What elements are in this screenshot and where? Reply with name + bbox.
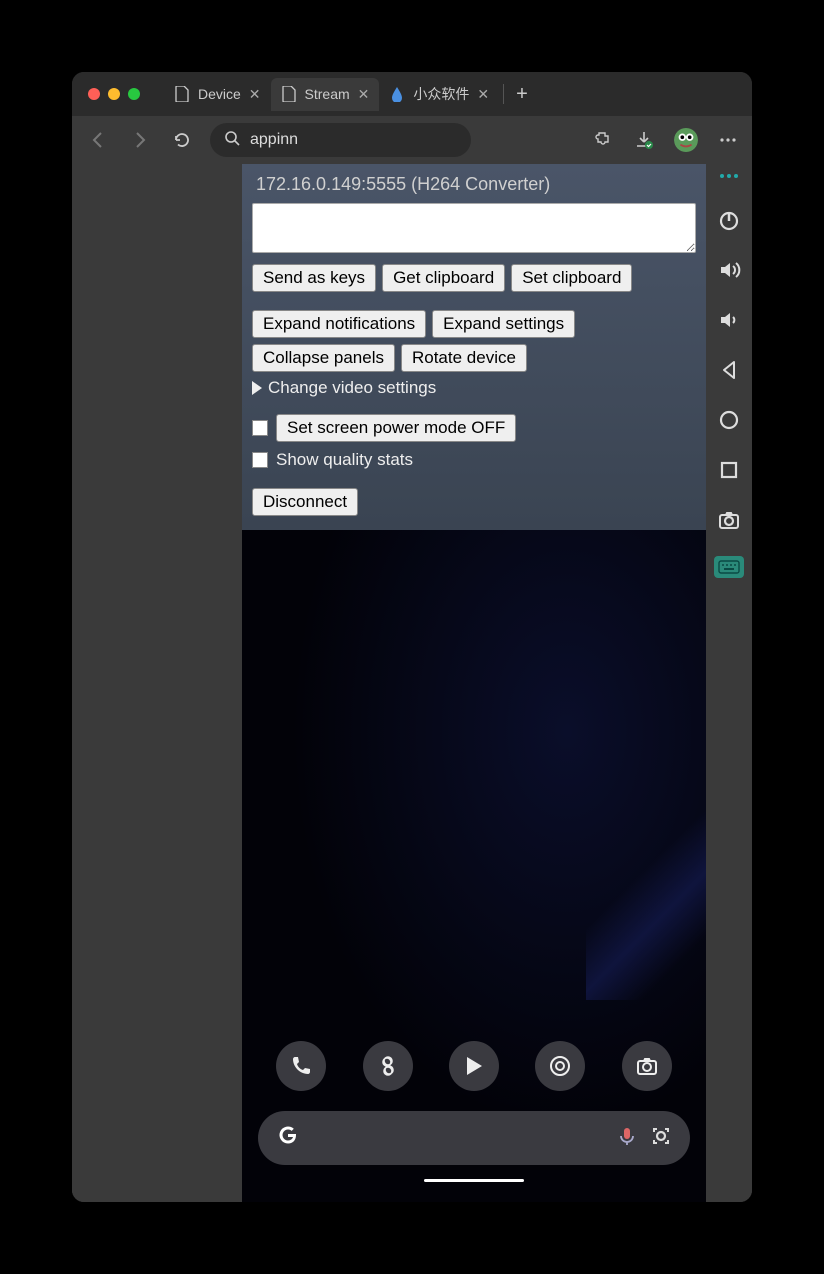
tab-label: Stream	[305, 86, 350, 102]
address-bar[interactable]	[210, 123, 471, 157]
close-icon[interactable]: ✕	[249, 86, 261, 103]
device-screen[interactable]	[242, 530, 706, 1202]
content-area: 172.16.0.149:5555 (H264 Converter) Send …	[72, 164, 752, 1202]
chrome-app-icon[interactable]	[535, 1041, 585, 1091]
google-logo-icon	[276, 1123, 300, 1153]
expand-settings-button[interactable]: Expand settings	[432, 310, 575, 338]
android-back-button[interactable]	[715, 356, 743, 384]
mic-icon[interactable]	[616, 1125, 638, 1152]
tab-device[interactable]: Device ✕	[164, 78, 271, 111]
maximize-window-button[interactable]	[128, 88, 140, 100]
change-video-settings-toggle[interactable]: Change video settings	[252, 378, 696, 398]
triangle-right-icon	[252, 381, 262, 395]
page-icon	[174, 86, 190, 102]
rotate-device-button[interactable]: Rotate device	[401, 344, 527, 372]
search-input[interactable]	[250, 131, 457, 149]
side-toolbar	[706, 164, 752, 1202]
browser-window: Device ✕ Stream ✕ 小众软件 ✕ +	[72, 72, 752, 1202]
quality-stats-checkbox[interactable]	[252, 452, 268, 468]
tab-strip: Device ✕ Stream ✕ 小众软件 ✕ +	[164, 76, 736, 112]
set-clipboard-button[interactable]: Set clipboard	[511, 264, 632, 292]
android-home-button[interactable]	[715, 406, 743, 434]
close-window-button[interactable]	[88, 88, 100, 100]
left-gutter	[72, 164, 242, 1202]
search-icon	[224, 130, 240, 151]
reload-button[interactable]	[168, 126, 196, 154]
send-as-keys-button[interactable]: Send as keys	[252, 264, 376, 292]
more-options-button[interactable]	[720, 174, 738, 178]
volume-up-button[interactable]	[715, 256, 743, 284]
lens-icon[interactable]	[650, 1125, 672, 1152]
home-indicator[interactable]	[424, 1179, 524, 1182]
keyboard-button[interactable]	[714, 556, 744, 578]
clipboard-textarea[interactable]	[252, 203, 696, 253]
back-button[interactable]	[84, 126, 112, 154]
camera-app-icon[interactable]	[622, 1041, 672, 1091]
tab-divider	[503, 84, 504, 104]
downloads-button[interactable]	[632, 128, 656, 152]
toolbar	[72, 116, 752, 164]
set-screen-power-mode-button[interactable]: Set screen power mode OFF	[276, 414, 516, 442]
tab-stream[interactable]: Stream ✕	[271, 78, 380, 111]
new-tab-button[interactable]: +	[508, 83, 536, 106]
android-overview-button[interactable]	[715, 456, 743, 484]
minimize-window-button[interactable]	[108, 88, 120, 100]
tab-appinn[interactable]: 小众软件 ✕	[379, 76, 499, 112]
drop-icon	[389, 86, 405, 102]
stream-area: 172.16.0.149:5555 (H264 Converter) Send …	[242, 164, 706, 1202]
close-icon[interactable]: ✕	[477, 86, 489, 103]
extensions-button[interactable]	[590, 128, 614, 152]
device-title: 172.16.0.149:5555 (H264 Converter)	[252, 174, 696, 195]
collapse-panels-button[interactable]: Collapse panels	[252, 344, 395, 372]
play-store-icon[interactable]	[449, 1041, 499, 1091]
menu-button[interactable]	[716, 128, 740, 152]
power-mode-checkbox[interactable]	[252, 420, 268, 436]
disconnect-button[interactable]: Disconnect	[252, 488, 358, 516]
photos-app-icon[interactable]	[363, 1041, 413, 1091]
google-search-bar[interactable]	[258, 1111, 690, 1165]
traffic-lights	[88, 88, 140, 100]
forward-button[interactable]	[126, 126, 154, 154]
control-panel: 172.16.0.149:5555 (H264 Converter) Send …	[242, 164, 706, 530]
tab-label: Device	[198, 86, 241, 102]
phone-app-icon[interactable]	[276, 1041, 326, 1091]
power-button[interactable]	[715, 206, 743, 234]
change-video-settings-label: Change video settings	[268, 378, 436, 398]
phone-dock	[258, 1041, 690, 1091]
get-clipboard-button[interactable]: Get clipboard	[382, 264, 505, 292]
close-icon[interactable]: ✕	[358, 86, 370, 103]
expand-notifications-button[interactable]: Expand notifications	[252, 310, 426, 338]
profile-avatar[interactable]	[674, 128, 698, 152]
volume-down-button[interactable]	[715, 306, 743, 334]
page-icon	[281, 86, 297, 102]
titlebar: Device ✕ Stream ✕ 小众软件 ✕ +	[72, 72, 752, 116]
quality-stats-label: Show quality stats	[276, 450, 413, 470]
tab-label: 小众软件	[413, 84, 469, 104]
screenshot-button[interactable]	[715, 506, 743, 534]
